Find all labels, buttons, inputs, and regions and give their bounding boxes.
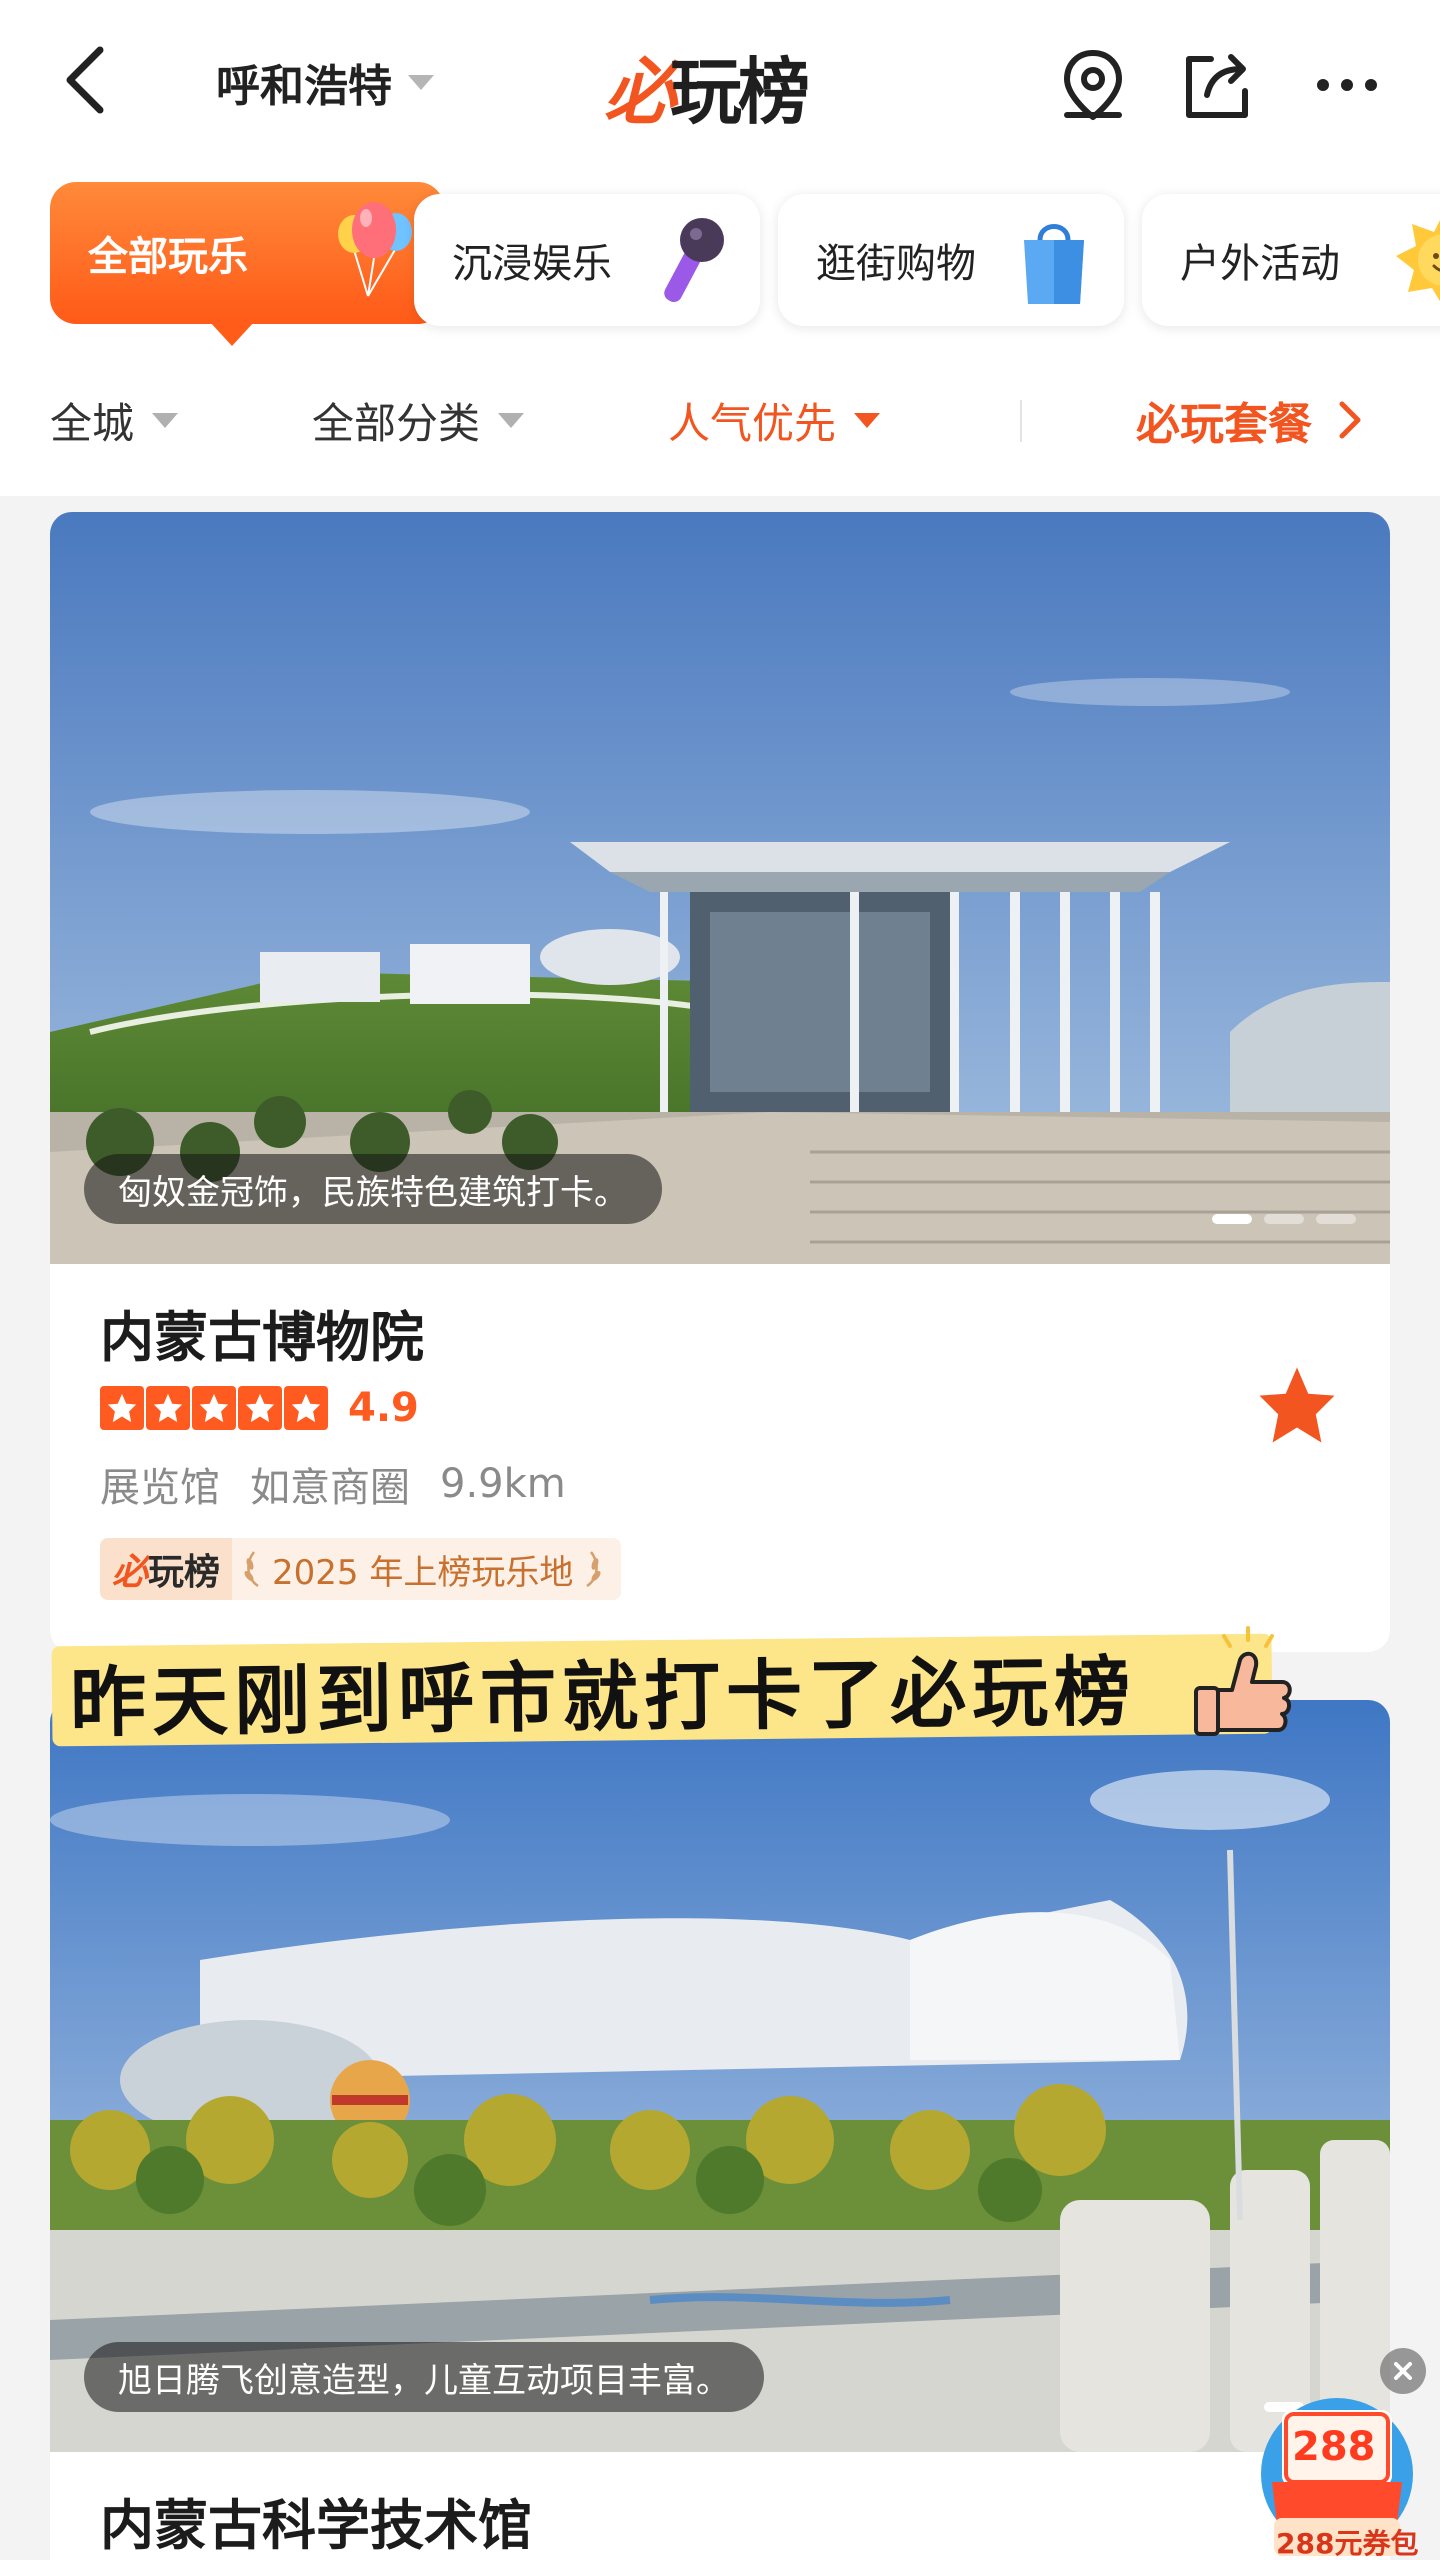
poi-type: 展览馆 xyxy=(100,1465,220,1511)
chevron-down-icon xyxy=(498,412,525,428)
tab-all-play[interactable]: 全部玩乐 xyxy=(50,182,444,346)
chevron-right-icon xyxy=(1339,401,1361,439)
poi-photo[interactable]: 匈奴金冠饰，民族特色建筑打卡。 xyxy=(50,512,1390,1264)
category-tabs: 全部玩乐 沉浸娱乐 逛街购物 户外活动 xyxy=(0,180,1440,350)
star-icon xyxy=(192,1386,236,1430)
poi-meta: 展览馆 如意商圈 9.9km xyxy=(100,1446,1340,1522)
star-icon xyxy=(284,1386,328,1430)
poi-distance: 9.9km xyxy=(440,1461,566,1507)
badge-label: 2025 年上榜玩乐地 xyxy=(272,1552,574,1593)
tab-label: 全部玩乐 xyxy=(88,234,248,280)
sticker-text: 昨天刚到呼市就打卡了必玩榜 xyxy=(69,1647,1137,1748)
carousel-dot xyxy=(1212,1214,1252,1224)
filter-category[interactable]: 全部分类 xyxy=(312,390,525,451)
combo-link[interactable]: 必玩套餐 xyxy=(1136,388,1366,452)
star-rating xyxy=(100,1386,328,1430)
tab-immersive-entertainment[interactable]: 沉浸娱乐 xyxy=(414,194,760,326)
star-icon xyxy=(146,1386,190,1430)
science-museum-photo xyxy=(50,1700,1390,2452)
microphone-icon xyxy=(664,218,724,303)
tab-label: 沉浸娱乐 xyxy=(452,241,612,287)
tab-shopping[interactable]: 逛街购物 xyxy=(778,194,1124,326)
location-pin-icon[interactable] xyxy=(1048,40,1138,130)
poi-info: 内蒙古博物院 4.9 展览馆 如意商圈 9.9km 必玩榜 2025 年上榜玩乐… xyxy=(50,1264,1390,1600)
chevron-down-icon xyxy=(854,412,881,428)
carousel-dot xyxy=(1264,1214,1304,1224)
filter-bar: 全城 全部分类 人气优先 必玩套餐 xyxy=(0,370,1440,470)
rating-score: 4.9 xyxy=(348,1385,419,1431)
header: 呼和浩特 必 玩榜 xyxy=(0,0,1440,170)
filter-sort-label: 人气优先 xyxy=(668,398,837,448)
city-label: 呼和浩特 xyxy=(216,61,392,112)
photo-caption: 旭日腾飞创意造型，儿童互动项目丰富。 xyxy=(84,2342,764,2412)
filter-sort[interactable]: 人气优先 xyxy=(668,390,881,451)
share-icon[interactable] xyxy=(1172,40,1262,130)
badge-text: 2025 年上榜玩乐地 xyxy=(232,1545,621,1594)
badge-logo: 必玩榜 xyxy=(100,1538,233,1600)
coupon-label: 288元券包 xyxy=(1276,2527,1419,2560)
page-title-logo: 必 玩榜 xyxy=(604,40,810,134)
balloons-icon xyxy=(338,202,412,297)
rating-row: 4.9 xyxy=(100,1370,1340,1446)
more-icon[interactable] xyxy=(1302,40,1392,130)
poi-photo[interactable]: 旭日腾飞创意造型，儿童互动项目丰富。 xyxy=(50,1700,1390,2452)
city-selector[interactable]: 呼和浩特 xyxy=(216,52,434,112)
coupon-amount: 288 xyxy=(1292,2424,1376,2470)
badge-logo-accent: 必 xyxy=(112,1552,149,1593)
photo-caption: 匈奴金冠饰，民族特色建筑打卡。 xyxy=(84,1154,662,1224)
favorite-star-icon[interactable] xyxy=(1252,1360,1342,1450)
filter-area[interactable]: 全城 xyxy=(50,390,179,451)
shopping-bag-icon xyxy=(1024,224,1084,304)
divider xyxy=(1020,400,1022,442)
logo-main: 玩榜 xyxy=(670,49,810,134)
laurel-right-icon xyxy=(586,1551,601,1588)
chevron-down-icon xyxy=(152,412,179,428)
close-icon[interactable] xyxy=(1380,2348,1426,2394)
logo-accent: 必 xyxy=(604,49,676,134)
poi-district: 如意商圈 xyxy=(250,1465,410,1511)
tab-outdoor[interactable]: 户外活动 xyxy=(1142,194,1440,326)
combo-label: 必玩套餐 xyxy=(1136,399,1312,450)
tab-label: 逛街购物 xyxy=(816,241,976,287)
badge-logo-main: 玩榜 xyxy=(148,1552,221,1593)
laurel-left-icon xyxy=(244,1551,259,1588)
filter-area-label: 全城 xyxy=(50,398,135,448)
poi-card[interactable]: 旭日腾飞创意造型，儿童互动项目丰富。 内蒙古科学技术馆 xyxy=(50,1700,1390,2560)
ranking-badge: 必玩榜 2025 年上榜玩乐地 xyxy=(100,1538,622,1600)
back-icon[interactable] xyxy=(50,40,130,120)
thumbs-up-icon xyxy=(1194,1626,1292,1736)
filter-category-label: 全部分类 xyxy=(312,398,481,448)
chevron-down-icon xyxy=(408,74,434,90)
carousel-dot xyxy=(1316,1214,1356,1224)
star-icon xyxy=(238,1386,282,1430)
poi-name: 内蒙古博物院 xyxy=(100,1305,424,1369)
coupon-pack-button[interactable]: 288 288元券包 xyxy=(1252,2390,1422,2560)
museum-photo xyxy=(50,512,1390,1264)
poi-card[interactable]: 匈奴金冠饰，民族特色建筑打卡。 内蒙古博物院 4.9 展览馆 如意商圈 9.9k… xyxy=(50,512,1390,1652)
star-icon xyxy=(100,1386,144,1430)
sun-icon xyxy=(1396,220,1440,302)
handwritten-sticker: 昨天刚到呼市就打卡了必玩榜 xyxy=(51,1633,1273,1747)
tab-label: 户外活动 xyxy=(1180,241,1340,287)
carousel-indicator xyxy=(1212,1214,1356,1224)
poi-name: 内蒙古科学技术馆 xyxy=(100,2493,532,2557)
poi-info: 内蒙古科学技术馆 xyxy=(50,2452,1390,2558)
